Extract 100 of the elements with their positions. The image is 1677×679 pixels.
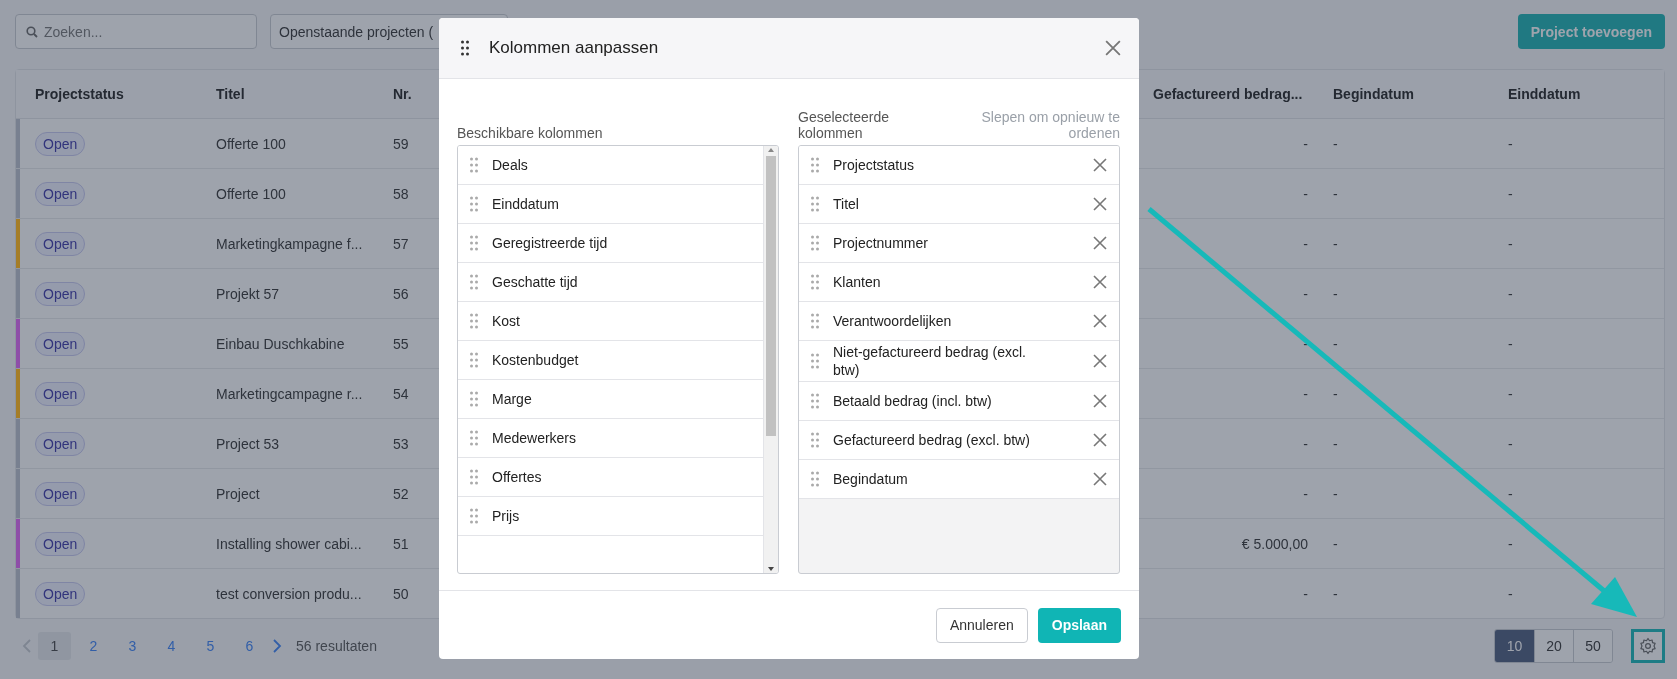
drag-handle-icon[interactable] — [811, 471, 819, 487]
table-cell-text: Project 53 — [215, 435, 281, 452]
remove-icon[interactable] — [1093, 236, 1107, 250]
drag-handle-icon[interactable] — [811, 432, 819, 448]
results-count: 56 resultaten — [296, 638, 377, 654]
table-cell-text: - — [1507, 235, 1514, 252]
remove-icon[interactable] — [1093, 433, 1107, 447]
remove-icon[interactable] — [1093, 158, 1107, 172]
previous-page-icon[interactable] — [22, 639, 32, 653]
table-cell-text: - — [1507, 385, 1514, 402]
table-cell-text: - — [1332, 335, 1339, 352]
selected-columns-label: Geselecteerde kolommen — [798, 109, 891, 141]
table-cell-text: - — [1302, 135, 1309, 152]
status-badge: Open — [35, 581, 86, 606]
next-page-icon[interactable] — [272, 639, 282, 653]
table-cell-text: - — [1332, 385, 1339, 402]
table-cell-text: - — [1332, 435, 1339, 452]
drag-handle-icon[interactable] — [470, 313, 478, 329]
drag-handle-icon[interactable] — [470, 430, 478, 446]
table-cell-text: 56 — [392, 285, 410, 302]
table-cell-text: - — [1332, 485, 1339, 502]
remove-icon[interactable] — [1093, 275, 1107, 289]
selected-column[interactable]: Niet-gefactureerd bedrag (excl. btw) — [799, 341, 1119, 382]
drag-handle-icon[interactable] — [811, 353, 819, 369]
close-icon[interactable] — [1105, 40, 1121, 56]
drag-handle-icon[interactable] — [470, 235, 478, 251]
status-badge: Open — [35, 481, 86, 506]
selected-column[interactable]: Verantwoordelijken — [799, 302, 1119, 341]
table-cell-text: - — [1507, 585, 1514, 602]
remove-icon[interactable] — [1093, 314, 1107, 328]
selected-column[interactable]: Titel — [799, 185, 1119, 224]
table-cell-text: - — [1302, 285, 1309, 302]
table-cell-text: 55 — [392, 335, 410, 352]
table-cell-text: 50 — [392, 585, 410, 602]
page-size-button[interactable]: 20 — [1534, 630, 1573, 662]
drag-handle-icon[interactable] — [470, 196, 478, 212]
selected-column[interactable]: Gefactureerd bedrag (excl. btw) — [799, 421, 1119, 460]
column-option[interactable]: Deals — [458, 146, 763, 185]
table-cell-text: - — [1332, 285, 1339, 302]
search-field[interactable]: Zoeken... — [15, 14, 257, 49]
table-cell-text: 53 — [392, 435, 410, 452]
scroll-down-icon[interactable] — [767, 565, 775, 573]
remove-icon[interactable] — [1093, 354, 1107, 368]
drag-handle-icon[interactable] — [811, 196, 819, 212]
table-cell-text: 57 — [392, 235, 410, 252]
column-header[interactable]: Einddatum — [1493, 86, 1664, 102]
table-cell-text: Einbau Duschkabine — [215, 335, 346, 352]
scroll-up-icon[interactable] — [767, 146, 775, 154]
drag-handle-icon[interactable] — [470, 352, 478, 368]
column-header[interactable]: Titel — [201, 86, 378, 102]
drag-handle-icon[interactable] — [811, 235, 819, 251]
table-cell-text: 51 — [392, 535, 410, 552]
drag-handle-icon[interactable] — [470, 391, 478, 407]
table-cell-text: 58 — [392, 185, 410, 202]
status-badge: Open — [35, 331, 86, 356]
selected-column[interactable]: Projectnummer — [799, 224, 1119, 263]
table-cell-text: 54 — [392, 385, 410, 402]
page-size-button[interactable]: 50 — [1573, 630, 1612, 662]
table-cell-text: - — [1507, 485, 1514, 502]
table-cell-text: - — [1302, 485, 1309, 502]
table-cell-text: - — [1332, 535, 1339, 552]
column-header[interactable]: Projectstatus — [20, 86, 201, 102]
table-cell-text: Offerte 100 — [215, 185, 287, 202]
drag-handle-icon[interactable] — [470, 508, 478, 524]
drag-handle-icon[interactable] — [470, 157, 478, 173]
table-cell-text: test conversion produ... — [215, 585, 363, 602]
selected-column[interactable]: Betaald bedrag (incl. btw) — [799, 382, 1119, 421]
page-size-button[interactable]: 10 — [1495, 630, 1534, 662]
selected-column[interactable]: Projectstatus — [799, 146, 1119, 185]
drag-handle-icon[interactable] — [811, 274, 819, 290]
drag-handle-icon[interactable] — [461, 40, 469, 56]
settings-button[interactable] — [1631, 629, 1665, 663]
table-cell-text: - — [1302, 385, 1309, 402]
selected-column[interactable]: Klanten — [799, 263, 1119, 302]
table-cell-text: - — [1332, 585, 1339, 602]
drag-handle-icon[interactable] — [470, 469, 478, 485]
table-cell-text: - — [1507, 285, 1514, 302]
status-badge: Open — [35, 531, 86, 556]
table-cell-text: - — [1507, 135, 1514, 152]
status-badge: Open — [35, 381, 86, 406]
settings-icon — [1639, 637, 1657, 655]
selected-column[interactable]: Begindatum — [799, 460, 1119, 499]
remove-icon[interactable] — [1093, 394, 1107, 408]
table-cell-text: - — [1302, 335, 1309, 352]
drag-handle-icon[interactable] — [470, 274, 478, 290]
drag-handle-icon[interactable] — [811, 313, 819, 329]
table-cell-text: - — [1507, 535, 1514, 552]
drag-handle-icon[interactable] — [811, 393, 819, 409]
remove-icon[interactable] — [1093, 197, 1107, 211]
cancel-button[interactable]: Annuleren — [935, 607, 1028, 643]
table-cell-text: € 5.000,00 — [1240, 535, 1309, 552]
drag-handle-icon[interactable] — [811, 157, 819, 173]
scrollbar[interactable] — [763, 146, 778, 573]
column-header[interactable]: Begindatum — [1318, 86, 1493, 102]
column-header[interactable]: Nr. — [378, 86, 438, 102]
page-button[interactable]: 1 — [38, 632, 71, 660]
table-cell-text: Offerte 100 — [215, 135, 287, 152]
remove-icon[interactable] — [1093, 472, 1107, 486]
search-icon — [26, 26, 38, 38]
column-header[interactable]: Gefactureerd bedrag... — [1138, 86, 1318, 102]
